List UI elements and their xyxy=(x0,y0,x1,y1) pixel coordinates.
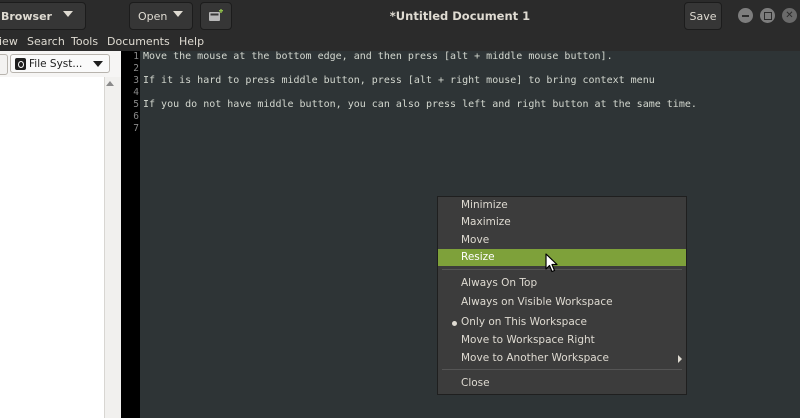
menu-item-label: Move to Another Workspace xyxy=(461,352,609,364)
side-panel-nav-button[interactable] xyxy=(0,54,8,75)
menu-item-label: Maximize xyxy=(461,216,511,228)
line-number: 6 xyxy=(133,111,139,122)
mouse-pointer-icon xyxy=(545,253,558,273)
editor-line: Move the mouse at the bottom edge, and t… xyxy=(143,51,613,62)
menu-item-minimize[interactable]: Minimize xyxy=(438,197,686,214)
menu-tools[interactable]: Tools xyxy=(71,35,98,48)
side-panel: File Syst... xyxy=(0,51,122,418)
menu-item-always-on-visible-workspace[interactable]: Always on Visible Workspace xyxy=(438,294,686,311)
menu-separator xyxy=(442,369,682,370)
menu-item-close[interactable]: Close xyxy=(438,375,686,392)
line-number: 2 xyxy=(133,63,139,74)
menu-item-label: Always on Visible Workspace xyxy=(461,296,613,308)
menu-item-label: Always On Top xyxy=(461,277,538,289)
header-bar: Browser Open *Untitled Document 1 Save ✕ xyxy=(0,0,800,33)
chevron-right-icon xyxy=(678,355,682,363)
line-number: 1 xyxy=(133,51,139,62)
menu-documents[interactable]: Documents xyxy=(107,35,170,48)
menu-search[interactable]: Search xyxy=(27,35,65,48)
close-window-button[interactable]: ✕ xyxy=(782,8,797,23)
chevron-down-icon xyxy=(63,11,73,17)
chevron-down-icon xyxy=(173,11,183,17)
scroll-up-icon[interactable] xyxy=(106,81,114,86)
file-system-combo-label: File Syst... xyxy=(29,57,83,70)
save-button-label: Save xyxy=(689,9,717,23)
browser-button-label: Browser xyxy=(1,9,52,23)
file-browser-scrollbar[interactable] xyxy=(104,77,122,418)
file-browser-list[interactable] xyxy=(0,77,104,418)
menu-item-label: Only on This Workspace xyxy=(461,316,587,328)
menu-separator xyxy=(442,269,682,270)
menu-item-move-to-another-workspace[interactable]: Move to Another Workspace xyxy=(438,350,686,367)
new-document-icon xyxy=(209,9,223,21)
minimize-window-button[interactable] xyxy=(738,8,753,23)
menu-item-only-on-this-workspace[interactable]: Only on This Workspace xyxy=(438,314,686,331)
menu-item-move[interactable]: Move xyxy=(438,232,686,249)
menu-item-always-on-top[interactable]: Always On Top xyxy=(438,275,686,292)
menu-item-maximize[interactable]: Maximize xyxy=(438,214,686,231)
open-button[interactable]: Open xyxy=(129,2,193,30)
window-context-menu: Minimize Maximize Move Resize Always On … xyxy=(437,196,687,395)
menu-item-resize[interactable]: Resize xyxy=(438,249,686,266)
menu-item-label: Minimize xyxy=(461,199,508,211)
minimize-icon xyxy=(742,14,749,17)
menu-item-label: Move to Workspace Right xyxy=(461,334,595,346)
close-icon: ✕ xyxy=(785,9,794,21)
side-panel-browser-button[interactable]: Browser xyxy=(0,2,86,30)
open-button-label: Open xyxy=(138,9,168,23)
maximize-window-button[interactable] xyxy=(760,8,775,23)
chevron-down-icon xyxy=(93,61,103,67)
menu-item-move-to-workspace-right[interactable]: Move to Workspace Right xyxy=(438,332,686,349)
save-button[interactable]: Save xyxy=(684,2,722,30)
line-number: 7 xyxy=(133,123,139,134)
file-system-combo[interactable]: File Syst... xyxy=(10,54,110,73)
new-document-button[interactable] xyxy=(200,2,232,30)
window-title: *Untitled Document 1 xyxy=(389,9,531,23)
line-number: 3 xyxy=(133,75,139,86)
line-number: 5 xyxy=(133,99,139,110)
file-system-icon xyxy=(15,57,26,70)
maximize-icon xyxy=(763,11,772,20)
menu-item-label: Move xyxy=(461,234,490,246)
menu-help[interactable]: Help xyxy=(179,35,204,48)
menu-item-label: Resize xyxy=(461,251,495,263)
editor-line: If you do not have middle button, you ca… xyxy=(143,99,697,110)
editor-line: If it is hard to press middle button, pr… xyxy=(143,75,655,86)
radio-selected-icon xyxy=(452,321,457,326)
menu-item-label: Close xyxy=(461,377,490,389)
menu-view[interactable]: iew xyxy=(0,35,18,48)
menubar: iew Search Tools Documents Help xyxy=(0,33,800,51)
line-number: 4 xyxy=(133,87,139,98)
